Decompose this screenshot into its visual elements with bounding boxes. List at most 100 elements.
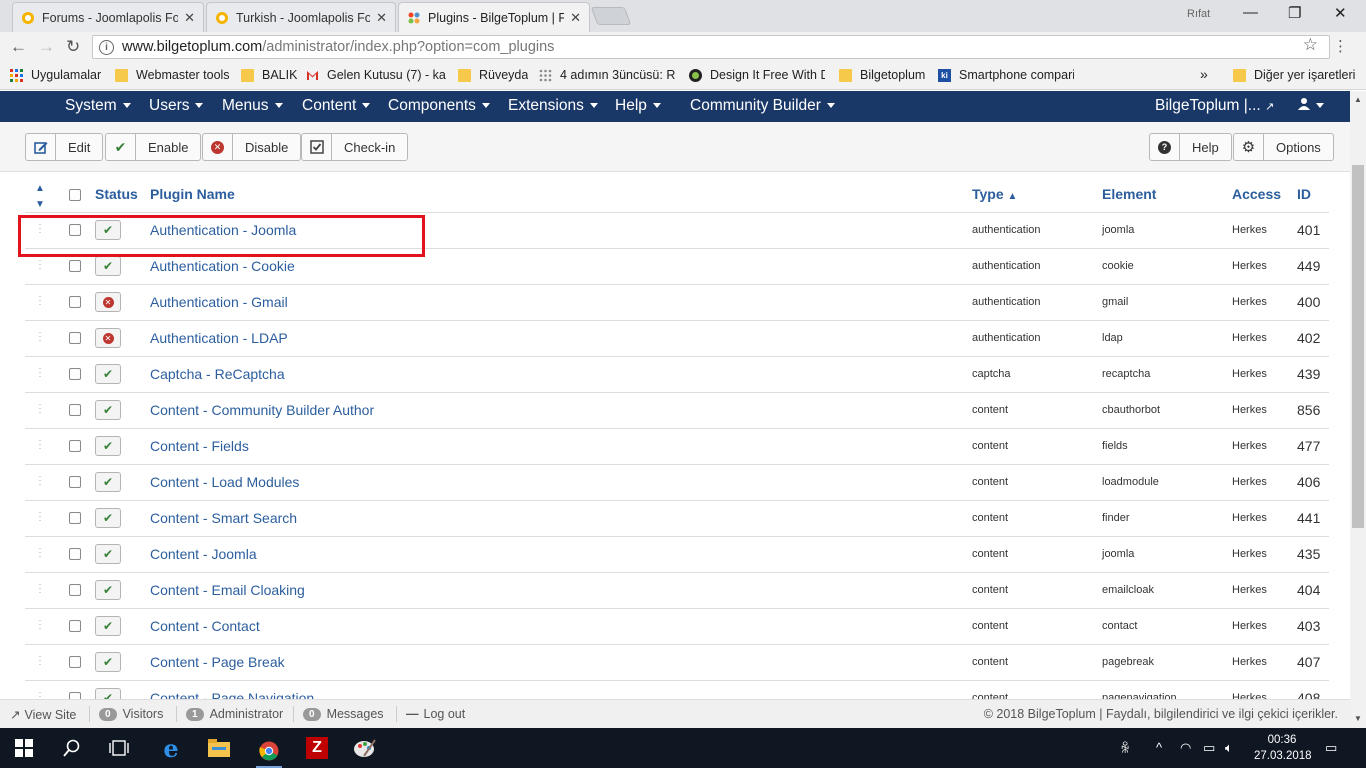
drag-handle[interactable]: ··· (25, 572, 55, 609)
view-site-link[interactable]: ↗ View Site (10, 707, 76, 723)
disable-button[interactable]: ✕ Disable (202, 133, 302, 161)
plugin-name-link[interactable]: Content - Load Modules (150, 474, 299, 490)
browser-tab-plugins[interactable]: Plugins - BilgeToplum | F ✕ (398, 2, 590, 32)
plugin-name-link[interactable]: Authentication - Cookie (150, 258, 295, 274)
drag-handle[interactable]: ··· (25, 608, 55, 645)
messages-status[interactable]: 0 Messages (303, 707, 384, 721)
plugin-name-link[interactable]: Captcha - ReCaptcha (150, 366, 285, 382)
plugin-name-link[interactable]: Content - Page Navigation (150, 690, 314, 699)
row-checkbox[interactable] (69, 296, 81, 309)
drag-handle[interactable]: ··· (25, 212, 55, 249)
tab-close-icon[interactable]: ✕ (376, 10, 387, 26)
row-checkbox[interactable] (69, 224, 81, 237)
drag-handle[interactable]: ··· (25, 320, 55, 357)
menu-users[interactable]: Users (149, 97, 204, 115)
status-disabled-toggle[interactable]: ✕ (95, 292, 121, 312)
drag-handle[interactable]: ··· (25, 680, 55, 699)
plugin-name-link[interactable]: Authentication - LDAP (150, 330, 288, 346)
row-checkbox[interactable] (69, 260, 81, 273)
bookmark-bilgetoplum[interactable]: Bilgetoplum (839, 68, 925, 82)
status-enabled-toggle[interactable]: ✔ (95, 256, 121, 276)
row-checkbox[interactable] (69, 404, 81, 417)
element-header[interactable]: Element (1102, 176, 1232, 213)
volume-icon[interactable]: 🔈︎ (1225, 740, 1233, 756)
user-menu[interactable] (1298, 97, 1324, 115)
row-checkbox[interactable] (69, 368, 81, 381)
status-enabled-toggle[interactable]: ✔ (95, 400, 121, 420)
menu-community-builder[interactable]: Community Builder (690, 97, 835, 115)
status-enabled-toggle[interactable]: ✔ (95, 580, 121, 600)
row-checkbox[interactable] (69, 584, 81, 597)
status-enabled-toggle[interactable]: ✔ (95, 436, 121, 456)
row-checkbox[interactable] (69, 692, 81, 699)
bookmark-gmail[interactable]: Gelen Kutusu (7) - ka (306, 68, 446, 82)
bookmark-apps[interactable]: Uygulamalar (10, 68, 101, 82)
scroll-down-icon[interactable]: ▼ (1354, 714, 1362, 723)
plugin-name-link[interactable]: Content - Joomla (150, 546, 257, 562)
logout-link[interactable]: — Log out (406, 707, 465, 721)
minimize-icon[interactable]: — (1243, 4, 1258, 21)
status-enabled-toggle[interactable]: ✔ (95, 472, 121, 492)
scroll-up-icon[interactable]: ▲ (1354, 95, 1362, 104)
menu-menus[interactable]: Menus (222, 97, 283, 115)
options-button[interactable]: ⚙ Options (1233, 133, 1334, 161)
bookmark-balik[interactable]: BALIK (241, 68, 297, 82)
row-checkbox[interactable] (69, 620, 81, 633)
status-enabled-toggle[interactable]: ✔ (95, 652, 121, 672)
status-enabled-toggle[interactable]: ✔ (95, 616, 121, 636)
status-enabled-toggle[interactable]: ✔ (95, 220, 121, 240)
bookmark-smartphone[interactable]: ki Smartphone compari (938, 68, 1074, 82)
plugin-name-link[interactable]: Content - Page Break (150, 654, 285, 670)
task-view-icon[interactable] (107, 736, 131, 760)
ordering-header[interactable]: ▲ ▼ (25, 176, 55, 213)
plugin-name-link[interactable]: Authentication - Gmail (150, 294, 288, 310)
drag-handle[interactable]: ··· (25, 500, 55, 537)
page-scrollbar[interactable]: ▲ ▼ (1350, 91, 1366, 728)
plugin-name-link[interactable]: Content - Contact (150, 618, 260, 634)
reload-icon[interactable]: ↻ (66, 37, 80, 57)
site-info-icon[interactable]: i (99, 39, 114, 55)
forward-icon[interactable]: → (38, 37, 55, 57)
show-hidden-icons[interactable]: ^ (1156, 740, 1162, 755)
edge-browser-icon[interactable]: e (159, 734, 183, 763)
status-enabled-toggle[interactable]: ✔ (95, 364, 121, 384)
menu-system[interactable]: System (65, 97, 131, 115)
status-header[interactable]: Status (95, 176, 150, 213)
status-enabled-toggle[interactable]: ✔ (95, 544, 121, 564)
row-checkbox[interactable] (69, 548, 81, 561)
row-checkbox[interactable] (69, 476, 81, 489)
enable-button[interactable]: ✔ Enable (105, 133, 202, 161)
bookmark-design-it-free[interactable]: Design It Free With D (689, 68, 825, 82)
plugin-name-link[interactable]: Content - Community Builder Author (150, 402, 374, 418)
type-header[interactable]: Type ▲ (972, 176, 1102, 213)
status-enabled-toggle[interactable]: ✔ (95, 688, 121, 699)
plugin-name-header[interactable]: Plugin Name (150, 176, 972, 213)
bookmark-4-adim[interactable]: 4 adımın 3üncüsü: Re (539, 68, 675, 82)
drag-handle[interactable]: ··· (25, 464, 55, 501)
drag-handle[interactable]: ··· (25, 248, 55, 285)
url-field[interactable]: i www.bilgetoplum.com/administrator/inde… (92, 35, 1330, 59)
people-icon[interactable]: ꆜ (1120, 740, 1130, 757)
close-window-icon[interactable]: ✕ (1334, 4, 1347, 22)
id-header[interactable]: ID (1297, 176, 1329, 213)
bookmark-ruveyda[interactable]: Rüveyda (458, 68, 528, 82)
more-bookmarks-icon[interactable]: » (1200, 66, 1208, 82)
status-enabled-toggle[interactable]: ✔ (95, 508, 121, 528)
browser-tab-forums[interactable]: Forums - Joomlapolis For ✕ (12, 2, 204, 32)
maximize-icon[interactable]: ❐ (1288, 4, 1301, 22)
site-link[interactable]: BilgeToplum |... ↗ (1155, 97, 1274, 115)
row-checkbox[interactable] (69, 332, 81, 345)
windows-start-icon[interactable] (12, 736, 36, 760)
battery-icon[interactable]: ▭ (1203, 740, 1215, 756)
notifications-icon[interactable]: ▭ (1325, 740, 1337, 756)
system-clock[interactable]: 00:36 27.03.2018 (1254, 732, 1312, 764)
select-all-checkbox[interactable] (69, 189, 81, 202)
menu-components[interactable]: Components (388, 97, 490, 115)
drag-handle[interactable]: ··· (25, 428, 55, 465)
menu-help[interactable]: Help (615, 97, 661, 115)
edit-button[interactable]: Edit (25, 133, 104, 161)
tab-close-icon[interactable]: ✕ (570, 10, 581, 26)
row-checkbox[interactable] (69, 440, 81, 453)
drag-handle[interactable]: ··· (25, 284, 55, 321)
access-header[interactable]: Access (1232, 176, 1297, 213)
